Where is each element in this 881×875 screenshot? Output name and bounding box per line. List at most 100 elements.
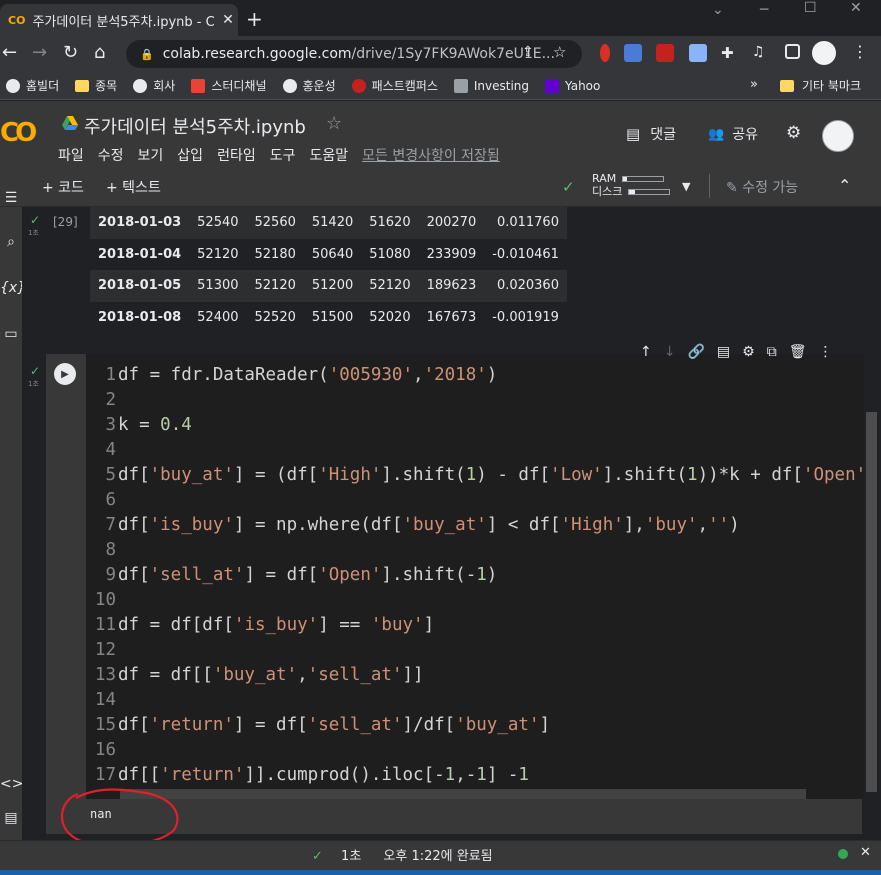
pin-extension-icon[interactable] [600, 44, 610, 62]
mirror-cell-icon[interactable]: ⧉ [767, 344, 777, 360]
other-bookmarks[interactable]: 기타 북마크 [780, 77, 861, 94]
move-down-icon[interactable]: ↓ [664, 344, 676, 360]
code-line[interactable]: 17 df[['return']].cumprod().iloc[-1,-1] -… [86, 763, 877, 788]
code-line[interactable]: 2 [86, 388, 877, 413]
menu-item-view[interactable]: 보기 [138, 145, 164, 165]
status-duration: 1초 [341, 849, 362, 864]
code-text: df['sell_at'] = df['Open'].shift(-1) [118, 565, 498, 585]
bookmark-item-5[interactable]: 패스트캠퍼스 [351, 77, 438, 94]
row-index-date: 2018-01-03 [98, 215, 182, 231]
table-cell: 200270 [426, 215, 477, 231]
code-line[interactable]: 14 [86, 688, 877, 713]
bookmark-item-4[interactable]: 홍운성 [282, 77, 336, 94]
add-code-button[interactable]: + 코드 [42, 177, 84, 197]
code-snippets-icon[interactable]: <> [0, 776, 23, 792]
profile-avatar[interactable] [812, 41, 836, 65]
bookmark-item-1[interactable]: 종목 [75, 77, 117, 94]
extensions-puzzle-icon[interactable]: ✚ [721, 44, 739, 62]
menu-item-tools[interactable]: 도구 [270, 145, 296, 165]
tab-search-icon[interactable]: ⌄ [712, 2, 724, 18]
resource-monitor[interactable]: RAM 디스크 [592, 172, 671, 198]
address-bar[interactable]: 🔒 colab.research.google.com /drive/1Sy7F… [126, 40, 582, 68]
code-line[interactable]: 1 df = fdr.DataReader('005930','2018') [86, 363, 877, 388]
table-of-contents-icon[interactable]: ☰ [0, 190, 22, 206]
menu-item-file[interactable]: 파일 [58, 145, 84, 165]
code-line[interactable]: 5 df['buy_at'] = (df['High'].shift(1) - d… [86, 463, 876, 488]
run-cell-button[interactable]: ▶ [54, 363, 76, 385]
reload-button[interactable]: ↻ [63, 42, 78, 63]
bookmarks-overflow-button[interactable]: » [750, 77, 758, 92]
home-button[interactable]: ⌂ [94, 42, 105, 63]
comment-icon[interactable]: ▤ [717, 344, 730, 360]
share-page-icon[interactable]: ⇪ [522, 44, 534, 60]
translate-extension-icon[interactable] [624, 44, 642, 62]
code-line[interactable]: 4 [86, 438, 877, 463]
command-palette-icon[interactable]: ▤ [0, 810, 22, 826]
comment-button[interactable]: ▤ 댓글 [626, 124, 676, 144]
capture-extension-icon[interactable] [689, 44, 707, 62]
close-window-button[interactable]: ✕ [850, 0, 862, 16]
menu-item-edit[interactable]: 수정 [98, 145, 124, 165]
minimize-button[interactable]: ─ [760, 2, 768, 18]
runtime-connected-dot [838, 849, 848, 859]
status-check-icon: ✓ [312, 849, 323, 864]
windows-taskbar [0, 870, 881, 875]
code-line[interactable]: 16 [86, 738, 877, 763]
resource-dropdown-icon[interactable]: ▼ [682, 180, 690, 193]
menu-item-runtime[interactable]: 런타임 [217, 145, 256, 165]
code-lines[interactable]: 1 df = fdr.DataReader('005930','2018') 2 3 k… [86, 363, 877, 788]
code-line[interactable]: 13 df = df[['buy_at','sell_at']] [86, 663, 877, 688]
media-extension-icon[interactable] [656, 44, 674, 62]
browser-tab[interactable]: CO 주가데이터 분석5주차.ipynb - C ✕ [0, 4, 238, 36]
add-text-button[interactable]: + 텍스트 [106, 177, 161, 197]
forward-button[interactable]: → [32, 42, 47, 63]
bookmark-item-7[interactable]: Yahoo [545, 78, 600, 93]
menu-item-help[interactable]: 도움말 [309, 145, 348, 165]
bookmark-star-icon[interactable]: ☆ [553, 43, 566, 61]
link-icon[interactable]: 🔗 [687, 344, 704, 360]
notebook-title[interactable]: 주가데이터 분석5주차.ipynb [84, 113, 306, 139]
code-line[interactable]: 12 [86, 638, 877, 663]
search-icon[interactable]: ⌕ [0, 234, 22, 250]
save-status-link[interactable]: 모든 변경사항이 저장됨 [362, 145, 500, 165]
media-controls-icon[interactable]: ♫ [752, 44, 770, 62]
new-tab-button[interactable]: + [246, 7, 263, 31]
colab-logo[interactable]: CO [0, 118, 37, 148]
code-line[interactable]: 8 [86, 538, 877, 563]
delete-trash-icon[interactable]: 🗑 [789, 344, 807, 360]
collapse-header-icon[interactable]: ⌃ [838, 176, 851, 195]
account-avatar[interactable] [822, 120, 854, 152]
code-line[interactable]: 3k = 0.4 [86, 413, 877, 438]
code-line[interactable]: 10 [86, 588, 877, 613]
editor-vertical-scrollbar[interactable] [866, 412, 877, 792]
menu-item-insert[interactable]: 삽입 [177, 145, 203, 165]
files-folder-icon[interactable]: ▭ [0, 326, 22, 342]
move-up-icon[interactable]: ↑ [640, 344, 652, 360]
code-line[interactable]: 6 [86, 488, 877, 513]
code-line[interactable]: 9 df['sell_at'] = df['Open'].shift(-1) [86, 563, 877, 588]
star-icon[interactable]: ☆ [326, 113, 342, 134]
code-line[interactable]: 7 df['is_buy'] = np.where(df['buy_at'] < … [86, 513, 877, 538]
settings-gear-icon[interactable]: ⚙ [742, 344, 755, 360]
back-button[interactable]: ← [2, 42, 17, 63]
table-cell: 0.011760 [496, 215, 559, 231]
chrome-menu-icon[interactable]: ⋮ [852, 42, 868, 61]
code-line[interactable]: 11 df = df[df['is_buy'] == 'buy'] [86, 613, 877, 638]
editor-horizontal-scrollbar[interactable] [120, 789, 806, 799]
side-panel-icon[interactable] [785, 44, 800, 59]
bookmark-item-3[interactable]: 스터디채널 [191, 77, 267, 94]
table-cell: 51420 [311, 215, 354, 231]
bookmark-item-6[interactable]: Investing [453, 78, 529, 93]
bookmark-item-0[interactable]: 홈빌더 [6, 77, 59, 94]
close-status-icon[interactable]: ✕ [860, 845, 871, 860]
code-line[interactable]: 15 df['return'] = df['sell_at']/df['buy_a… [86, 713, 877, 738]
bookmark-item-2[interactable]: 회사 [133, 77, 175, 94]
tab-close-icon[interactable]: ✕ [218, 12, 238, 28]
settings-gear-icon[interactable]: ⚙ [786, 123, 801, 143]
share-button[interactable]: 👥 공유 [708, 124, 758, 144]
maximize-button[interactable]: ☐ [804, 0, 817, 16]
more-vert-icon[interactable]: ⋮ [818, 344, 832, 360]
editable-mode-button[interactable]: ✎ 수정 가능 [726, 177, 798, 197]
url-host: colab.research.google.com [162, 46, 352, 62]
variables-icon[interactable]: {x} [0, 280, 26, 296]
